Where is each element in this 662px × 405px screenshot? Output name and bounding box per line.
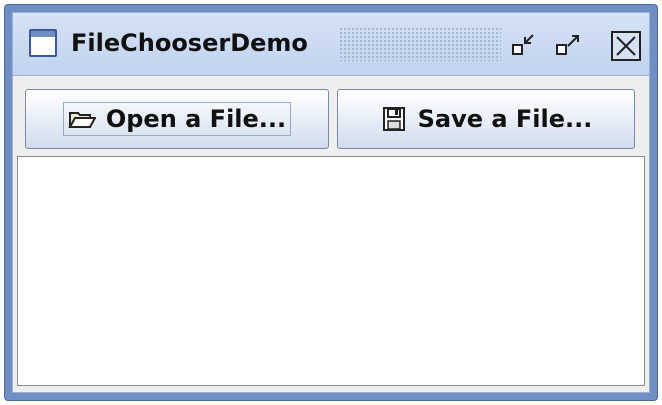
log-text <box>18 157 644 169</box>
maximize-button[interactable] <box>553 31 583 61</box>
save-file-label: Save a File... <box>417 105 593 133</box>
button-panel: Open a File... Save a File... <box>13 76 649 154</box>
close-icon <box>613 33 639 59</box>
window-content: FileChooserDemo Open a File... Save a Fi… <box>12 12 650 393</box>
app-window: FileChooserDemo Open a File... Save a Fi… <box>4 4 658 401</box>
log-text-area[interactable] <box>17 156 645 386</box>
floppy-disk-icon <box>380 107 408 131</box>
open-file-label: Open a File... <box>105 105 287 133</box>
minimize-button[interactable] <box>509 31 539 61</box>
focus-ring: Open a File... <box>62 102 292 136</box>
maximize-icon <box>553 31 583 61</box>
window-title: FileChooserDemo <box>71 29 308 57</box>
open-folder-icon <box>68 107 97 131</box>
save-file-button[interactable]: Save a File... <box>337 89 635 149</box>
title-bar[interactable]: FileChooserDemo <box>13 13 649 76</box>
window-icon[interactable] <box>29 29 57 57</box>
open-file-button[interactable]: Open a File... <box>25 89 329 149</box>
minimize-icon <box>509 31 539 61</box>
save-button-inner: Save a File... <box>375 102 598 136</box>
close-button[interactable] <box>611 31 641 61</box>
title-bar-pattern <box>339 27 501 61</box>
